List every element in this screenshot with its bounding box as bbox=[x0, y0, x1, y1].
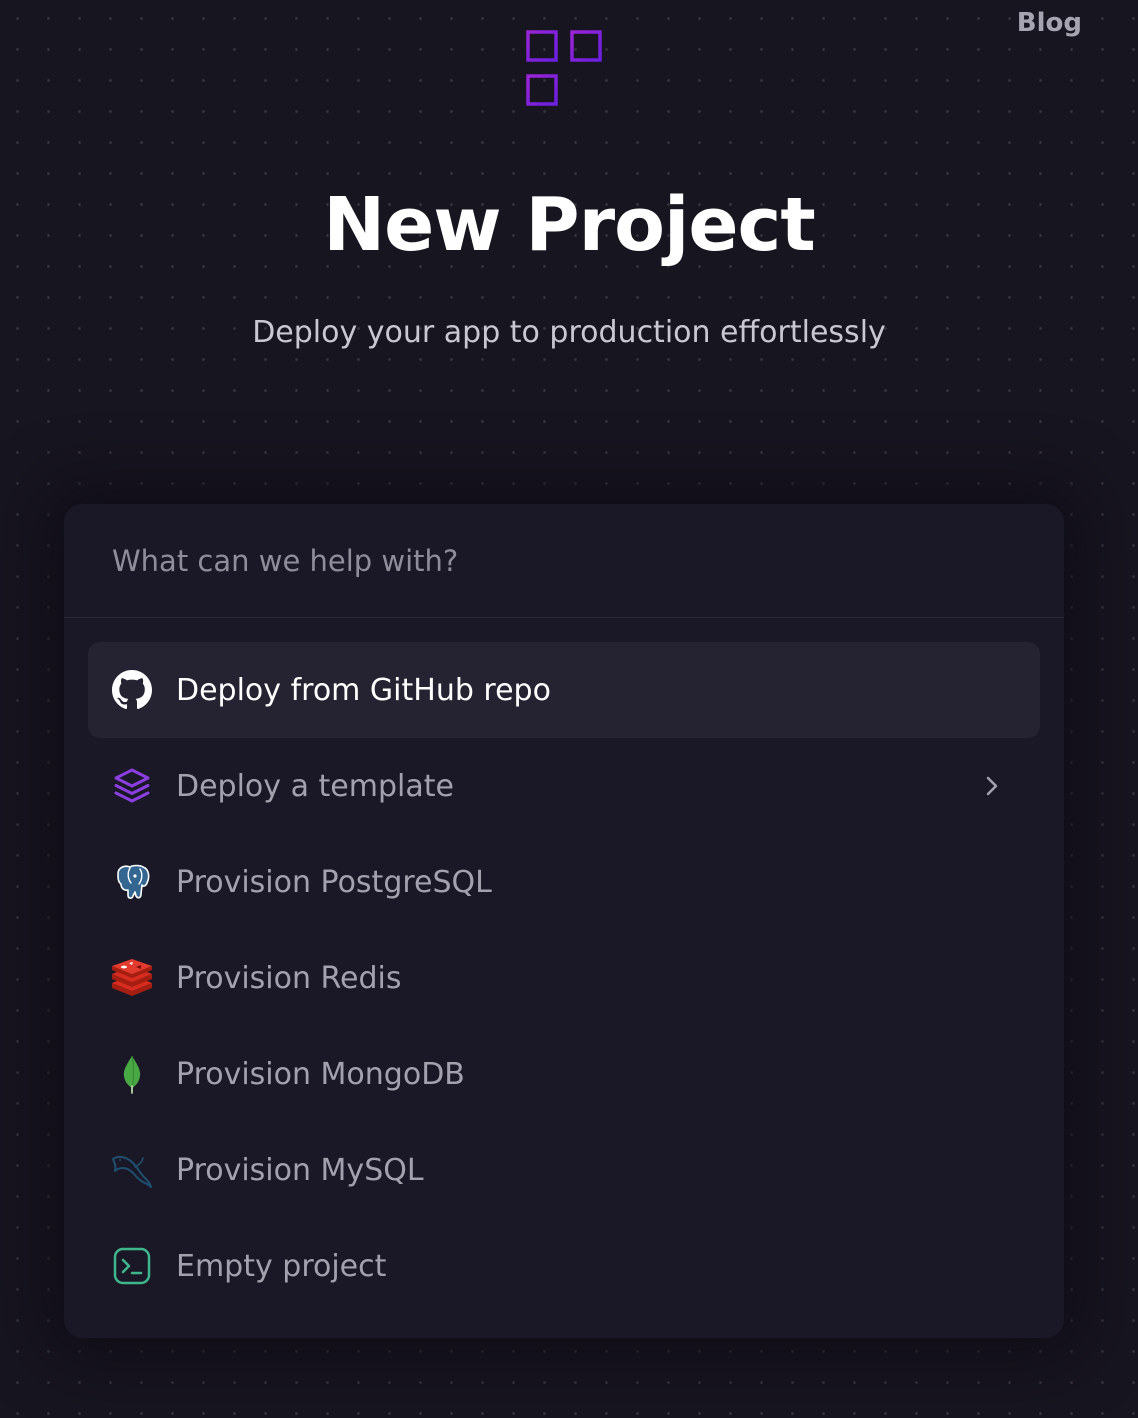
page-subtitle: Deploy your app to production effortless… bbox=[252, 315, 886, 350]
layers-icon bbox=[110, 764, 154, 808]
menu-item-provision-mongodb[interactable]: Provision MongoDB bbox=[88, 1026, 1040, 1122]
project-options-list: Deploy from GitHub repo Deploy a templat… bbox=[64, 618, 1064, 1314]
mysql-icon bbox=[110, 1148, 154, 1192]
search-input[interactable] bbox=[112, 543, 992, 578]
blog-link[interactable]: Blog bbox=[1017, 8, 1082, 38]
github-icon bbox=[110, 668, 154, 712]
mongodb-icon bbox=[110, 1052, 154, 1096]
menu-item-deploy-github[interactable]: Deploy from GitHub repo bbox=[88, 642, 1040, 738]
page-title: New Project bbox=[323, 182, 816, 268]
postgresql-icon bbox=[110, 860, 154, 904]
menu-item-provision-redis[interactable]: Provision Redis bbox=[88, 930, 1040, 1026]
menu-item-label: Provision PostgreSQL bbox=[176, 864, 492, 900]
new-project-panel: Deploy from GitHub repo Deploy a templat… bbox=[64, 504, 1064, 1338]
menu-item-label: Deploy a template bbox=[176, 768, 454, 804]
menu-item-provision-postgresql[interactable]: Provision PostgreSQL bbox=[88, 834, 1040, 930]
terminal-icon bbox=[110, 1244, 154, 1288]
redis-icon bbox=[110, 956, 154, 1000]
menu-item-label: Provision MongoDB bbox=[176, 1056, 465, 1092]
menu-item-empty-project[interactable]: Empty project bbox=[88, 1218, 1040, 1314]
new-project-logo-icon bbox=[524, 28, 604, 108]
menu-item-label: Provision MySQL bbox=[176, 1152, 424, 1188]
menu-item-provision-mysql[interactable]: Provision MySQL bbox=[88, 1122, 1040, 1218]
menu-item-label: Empty project bbox=[176, 1248, 387, 1284]
chevron-right-icon bbox=[978, 772, 1006, 800]
menu-item-label: Provision Redis bbox=[176, 960, 402, 996]
search-box bbox=[64, 504, 1064, 618]
menu-item-label: Deploy from GitHub repo bbox=[176, 672, 551, 708]
menu-item-deploy-template[interactable]: Deploy a template bbox=[88, 738, 1040, 834]
